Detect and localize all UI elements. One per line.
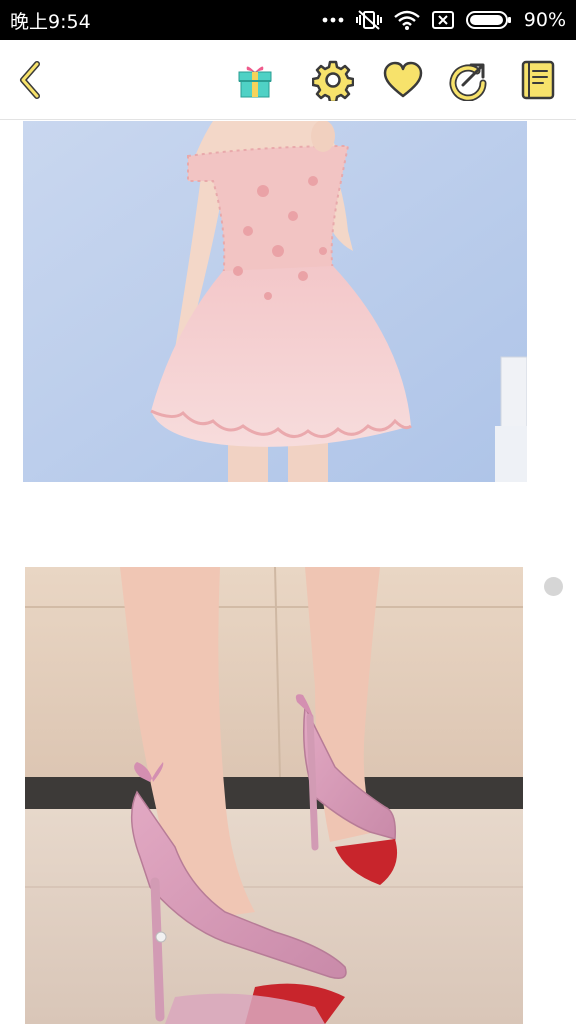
status-time: 晚上9:54	[10, 10, 91, 33]
gift-button[interactable]	[233, 58, 277, 102]
toolbar	[0, 40, 576, 120]
back-button[interactable]	[8, 58, 52, 102]
content-area	[0, 121, 576, 1024]
favorite-button[interactable]	[381, 58, 425, 102]
gift-icon	[238, 66, 272, 98]
notebook-icon	[521, 60, 555, 100]
wifi-icon	[393, 10, 420, 30]
battery-icon	[465, 11, 511, 29]
share-button[interactable]	[446, 58, 490, 102]
dress-photo-graphic	[23, 121, 527, 482]
pink-heels-photo[interactable]	[25, 567, 523, 1024]
battery-percent: 90%	[523, 9, 566, 31]
settings-button[interactable]	[311, 58, 355, 102]
share-icon	[449, 63, 487, 101]
heels-photo-graphic	[25, 567, 523, 1024]
pink-lace-dress-photo[interactable]	[23, 121, 527, 482]
notebook-button[interactable]	[516, 58, 560, 102]
scroll-indicator	[544, 577, 563, 596]
heart-icon	[383, 61, 423, 98]
mute-vibrate-icon	[355, 10, 382, 30]
back-icon	[20, 61, 40, 99]
more-dots-icon	[322, 17, 344, 23]
status-icons: 90%	[322, 9, 566, 31]
settings-gear-icon	[312, 60, 354, 101]
status-bar: 晚上9:54 90%	[0, 0, 576, 40]
sim-off-icon	[431, 11, 454, 29]
